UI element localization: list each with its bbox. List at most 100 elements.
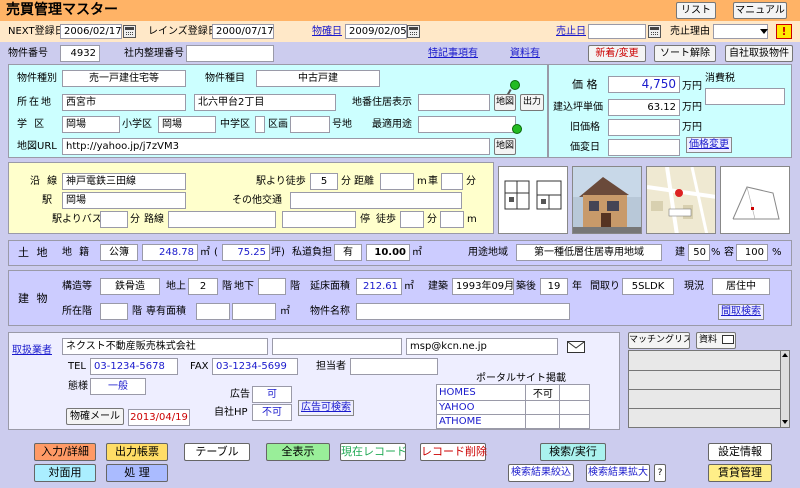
exclusive-field[interactable] <box>196 303 230 320</box>
exclusive2-field[interactable] <box>232 303 276 320</box>
old-price-field[interactable] <box>608 119 680 136</box>
map-button[interactable]: 地図 <box>494 94 516 111</box>
layout-search-link[interactable]: 間取検索 <box>718 304 764 320</box>
own-listing-button[interactable]: 自社取扱物件 <box>725 45 793 62</box>
mode-field[interactable]: 一般 <box>90 378 146 395</box>
expand-results-button[interactable]: 検索結果拡大 <box>586 464 650 482</box>
confirm-mail-button[interactable]: 物確メール <box>66 408 124 425</box>
below-field[interactable] <box>258 278 286 295</box>
dist-field[interactable] <box>380 173 414 190</box>
company2-field[interactable] <box>272 338 402 355</box>
property-name-field[interactable] <box>356 303 570 320</box>
email-field[interactable]: msp@kcn.ne.jp <box>406 338 558 355</box>
layout-sketch[interactable] <box>720 166 790 234</box>
new-change-button[interactable]: 新着/変更 <box>588 45 646 62</box>
walk-field[interactable]: 5 <box>310 173 338 190</box>
bus-field[interactable] <box>100 211 128 228</box>
portal-value[interactable] <box>525 400 561 415</box>
stop-m-field[interactable] <box>440 211 464 228</box>
private-road-field[interactable]: 有 <box>334 244 362 261</box>
matching-list[interactable] <box>628 350 790 428</box>
input-detail-button[interactable]: 入力/詳細 <box>34 443 96 461</box>
above-field[interactable]: 2 <box>188 278 218 295</box>
house-photo[interactable] <box>572 166 642 234</box>
scroll-up-icon[interactable] <box>782 353 788 357</box>
output-button[interactable]: 出力 <box>520 94 544 111</box>
zone-field[interactable]: 第一種低層住居専用地域 <box>516 244 662 261</box>
table-button[interactable]: テーブル <box>184 443 250 461</box>
station-field[interactable]: 岡場 <box>62 192 186 209</box>
mail-icon[interactable] <box>722 335 734 344</box>
chevron-down-icon[interactable] <box>760 29 768 34</box>
sold-date-link[interactable]: 売止日 <box>556 25 586 39</box>
output-doc-button[interactable]: 出力帳票 <box>106 443 168 461</box>
person-field[interactable] <box>350 358 438 375</box>
internal-field[interactable] <box>186 45 274 62</box>
price-change-link[interactable]: 価格変更 <box>686 137 732 153</box>
portal-value[interactable]: 不可 <box>525 384 561 401</box>
age-field[interactable]: 19 <box>540 278 568 295</box>
land-tsubo-field[interactable]: 75.25 <box>222 244 270 261</box>
scrollbar[interactable] <box>780 350 790 428</box>
bukken-date-link[interactable]: 物確日 <box>312 25 342 39</box>
far-field[interactable]: 100 <box>736 244 768 261</box>
map-url-button[interactable]: 地図 <box>494 138 516 155</box>
ward-field[interactable] <box>290 116 330 133</box>
portal-extra[interactable] <box>559 400 590 415</box>
ad-search-link[interactable]: 広告可検索 <box>298 400 354 416</box>
lot-field[interactable] <box>418 94 490 111</box>
calendar-icon[interactable] <box>123 25 136 38</box>
school-field[interactable]: 岡場 <box>62 116 120 133</box>
price-field[interactable]: 4,750 <box>608 76 680 93</box>
stop-walk-field[interactable] <box>400 211 424 228</box>
type-field[interactable]: 売一戸建住宅等 <box>62 70 186 87</box>
tax-field[interactable] <box>705 88 785 105</box>
floorplan-image[interactable] <box>498 166 568 234</box>
current-record-button[interactable]: 現在レコード <box>340 443 407 461</box>
address-field[interactable]: 北六甲台2丁目 <box>194 94 336 111</box>
bus-route-field[interactable] <box>168 211 276 228</box>
tsubo-field[interactable]: 63.12 <box>608 99 680 116</box>
manual-button[interactable]: マニュアル <box>733 2 787 19</box>
built-field[interactable]: 1993年09月 <box>452 278 514 295</box>
tel-field[interactable]: 03-1234-5678 <box>90 358 178 375</box>
reins-field[interactable]: 2000/07/17 <box>212 24 274 39</box>
narrow-results-button[interactable]: 検索結果絞込 <box>508 464 574 482</box>
private-road-area[interactable]: 10.00 <box>366 244 410 261</box>
list-button[interactable]: リスト <box>676 2 716 19</box>
delete-record-button[interactable]: レコード削除 <box>420 443 487 461</box>
special-notes-link[interactable]: 特記事項有 <box>428 47 478 61</box>
matching-list-button[interactable]: マッチングリスト <box>628 332 690 349</box>
sort-clear-button[interactable]: ソート解除 <box>654 45 716 62</box>
car-field[interactable] <box>441 173 463 190</box>
map-url-field[interactable]: http://yahoo.jp/j7zVM3 <box>62 138 490 155</box>
fax-field[interactable]: 03-1234-5699 <box>212 358 298 375</box>
structure-field[interactable]: 鉄骨造 <box>100 278 160 295</box>
show-all-button[interactable]: 全表示 <box>266 443 330 461</box>
bukken-date-field[interactable]: 2009/02/05 <box>345 24 407 39</box>
land-category-field[interactable]: 公簿 <box>100 244 138 261</box>
agent-link[interactable]: 取扱業者 <box>12 344 52 358</box>
face-to-face-button[interactable]: 対面用 <box>34 464 96 482</box>
city-field[interactable]: 西宮市 <box>62 94 186 111</box>
scroll-down-icon[interactable] <box>782 420 788 424</box>
elem-field[interactable]: 岡場 <box>158 116 216 133</box>
change-date-field[interactable] <box>608 139 680 156</box>
layout-field[interactable]: 5SLDK <box>622 278 674 295</box>
land-area-field[interactable]: 248.78 <box>142 244 198 261</box>
line-field[interactable]: 神戸電鉄三田線 <box>62 173 186 190</box>
portal-extra[interactable] <box>559 384 590 401</box>
route-field[interactable] <box>418 116 516 133</box>
located-floor-field[interactable] <box>100 303 128 320</box>
company-field[interactable]: ネクスト不動産販売株式会社 <box>62 338 268 355</box>
mail-icon[interactable] <box>567 341 585 353</box>
portal-extra[interactable] <box>559 414 590 429</box>
ad-field[interactable]: 可 <box>252 386 292 403</box>
map-thumbnail[interactable] <box>646 166 716 234</box>
calendar-icon[interactable] <box>648 25 661 38</box>
rental-button[interactable]: 賃貸管理 <box>708 464 772 482</box>
bcr-field[interactable]: 50 <box>688 244 710 261</box>
search-run-button[interactable]: 検索/実行 <box>540 443 606 461</box>
calendar-icon[interactable] <box>407 25 420 38</box>
next-reg-field[interactable]: 2006/02/17 <box>60 24 122 39</box>
